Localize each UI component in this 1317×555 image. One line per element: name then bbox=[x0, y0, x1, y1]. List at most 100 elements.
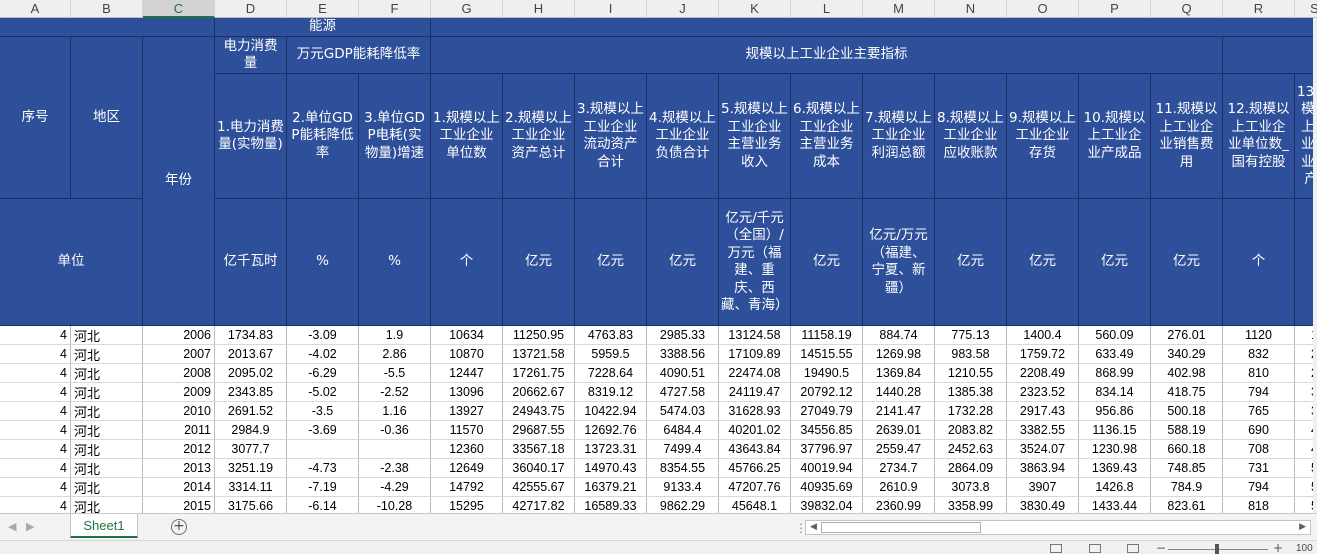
table-cell[interactable]: 17261.75 bbox=[503, 364, 575, 383]
table-cell[interactable]: 2.86 bbox=[359, 345, 431, 364]
tab-splitter[interactable]: ⋮ bbox=[795, 519, 807, 537]
table-cell[interactable]: 560.09 bbox=[1079, 326, 1151, 345]
table-cell[interactable]: 42555.67 bbox=[503, 478, 575, 497]
table-cell[interactable]: 33567.18 bbox=[503, 440, 575, 459]
column-header-r[interactable]: R bbox=[1223, 0, 1295, 18]
table-cell[interactable]: 9133.4 bbox=[647, 478, 719, 497]
table-cell[interactable]: -2.52 bbox=[359, 383, 431, 402]
table-cell[interactable]: 7499.4 bbox=[647, 440, 719, 459]
table-cell[interactable]: 6484.4 bbox=[647, 421, 719, 440]
table-cell[interactable]: 河北 bbox=[71, 478, 143, 497]
column-header-h[interactable]: H bbox=[503, 0, 575, 18]
table-cell[interactable]: 河北 bbox=[71, 326, 143, 345]
table-cell[interactable]: 1.16 bbox=[359, 402, 431, 421]
table-cell[interactable]: -4.02 bbox=[287, 345, 359, 364]
table-cell[interactable]: 河北 bbox=[71, 402, 143, 421]
table-cell[interactable]: 4 bbox=[0, 440, 71, 459]
table-cell[interactable]: 43643.84 bbox=[719, 440, 791, 459]
table-cell[interactable]: 775.13 bbox=[935, 326, 1007, 345]
table-cell[interactable]: 784.9 bbox=[1151, 478, 1223, 497]
table-cell[interactable]: 8354.55 bbox=[647, 459, 719, 478]
prev-sheet-icon[interactable]: ◀ bbox=[8, 520, 16, 533]
table-cell[interactable]: 3077.7 bbox=[215, 440, 287, 459]
table-cell[interactable]: 45766.25 bbox=[719, 459, 791, 478]
table-cell[interactable]: 40935.69 bbox=[791, 478, 863, 497]
table-cell[interactable]: 10634 bbox=[431, 326, 503, 345]
table-cell[interactable]: 19490.5 bbox=[791, 364, 863, 383]
table-cell[interactable]: 5474.03 bbox=[647, 402, 719, 421]
table-cell[interactable]: 2141.47 bbox=[863, 402, 935, 421]
column-header-f[interactable]: F bbox=[359, 0, 431, 18]
table-cell[interactable]: 13723.31 bbox=[575, 440, 647, 459]
table-cell[interactable]: 40201.02 bbox=[719, 421, 791, 440]
table-cell[interactable]: 1136.15 bbox=[1079, 421, 1151, 440]
table-cell[interactable]: 1.9 bbox=[359, 326, 431, 345]
table-cell[interactable]: 3382.55 bbox=[1007, 421, 1079, 440]
sheet-tab[interactable]: Sheet1 bbox=[70, 514, 138, 538]
table-cell[interactable]: 3524.07 bbox=[1007, 440, 1079, 459]
table-cell[interactable]: -6.29 bbox=[287, 364, 359, 383]
table-cell[interactable]: 834.14 bbox=[1079, 383, 1151, 402]
table-cell[interactable]: 3388.56 bbox=[647, 345, 719, 364]
table-cell[interactable]: 27049.79 bbox=[791, 402, 863, 421]
table-cell[interactable]: 731 bbox=[1223, 459, 1295, 478]
table-cell[interactable]: 2734.7 bbox=[863, 459, 935, 478]
table-cell[interactable]: 1400.4 bbox=[1007, 326, 1079, 345]
table-cell[interactable]: 14792 bbox=[431, 478, 503, 497]
column-header-s[interactable]: S bbox=[1295, 0, 1317, 18]
table-cell[interactable]: 690 bbox=[1223, 421, 1295, 440]
table-cell[interactable]: 4 bbox=[0, 345, 71, 364]
table-cell[interactable]: 633.49 bbox=[1079, 345, 1151, 364]
scroll-right-icon[interactable]: ▶ bbox=[1299, 522, 1306, 532]
table-cell[interactable]: 4 bbox=[0, 326, 71, 345]
table-cell[interactable]: 11570 bbox=[431, 421, 503, 440]
table-cell[interactable]: 24943.75 bbox=[503, 402, 575, 421]
table-cell[interactable]: 4 bbox=[0, 402, 71, 421]
table-cell[interactable]: 2006 bbox=[143, 326, 215, 345]
next-sheet-icon[interactable]: ▶ bbox=[26, 520, 34, 533]
page-layout-icon[interactable] bbox=[1089, 544, 1101, 553]
table-cell[interactable]: 河北 bbox=[71, 383, 143, 402]
table-cell[interactable]: 10422.94 bbox=[575, 402, 647, 421]
table-cell[interactable]: 5959.5 bbox=[575, 345, 647, 364]
table-cell[interactable]: 12692.76 bbox=[575, 421, 647, 440]
table-cell[interactable]: 708 bbox=[1223, 440, 1295, 459]
table-cell[interactable]: 2343.85 bbox=[215, 383, 287, 402]
table-cell[interactable]: 29687.55 bbox=[503, 421, 575, 440]
table-cell[interactable]: 17109.89 bbox=[719, 345, 791, 364]
table-cell[interactable]: 2559.47 bbox=[863, 440, 935, 459]
table-cell[interactable]: 11158.19 bbox=[791, 326, 863, 345]
table-cell[interactable]: 3251.19 bbox=[215, 459, 287, 478]
table-cell[interactable]: 4 bbox=[0, 421, 71, 440]
table-cell[interactable]: 2691.52 bbox=[215, 402, 287, 421]
table-cell[interactable]: 1120 bbox=[1223, 326, 1295, 345]
table-cell[interactable]: 884.74 bbox=[863, 326, 935, 345]
table-cell[interactable]: -7.19 bbox=[287, 478, 359, 497]
table-cell[interactable]: 8319.12 bbox=[575, 383, 647, 402]
table-cell[interactable]: -5.02 bbox=[287, 383, 359, 402]
table-cell[interactable]: 1269.98 bbox=[863, 345, 935, 364]
table-cell[interactable]: 3863.94 bbox=[1007, 459, 1079, 478]
table-cell[interactable]: -4.73 bbox=[287, 459, 359, 478]
table-cell[interactable]: 14515.55 bbox=[791, 345, 863, 364]
normal-view-icon[interactable] bbox=[1050, 544, 1062, 553]
table-cell[interactable]: 4 bbox=[0, 459, 71, 478]
table-cell[interactable]: 河北 bbox=[71, 459, 143, 478]
column-header-d[interactable]: D bbox=[215, 0, 287, 18]
table-cell[interactable]: 588.19 bbox=[1151, 421, 1223, 440]
table-cell[interactable]: 2011 bbox=[143, 421, 215, 440]
table-cell[interactable]: 20792.12 bbox=[791, 383, 863, 402]
table-cell[interactable]: 4727.58 bbox=[647, 383, 719, 402]
table-cell[interactable]: 2013.67 bbox=[215, 345, 287, 364]
table-cell[interactable]: 24119.47 bbox=[719, 383, 791, 402]
table-cell[interactable]: 4 bbox=[0, 383, 71, 402]
zoom-level[interactable]: 100 bbox=[1296, 543, 1313, 554]
table-cell[interactable]: 983.58 bbox=[935, 345, 1007, 364]
table-cell[interactable]: 12649 bbox=[431, 459, 503, 478]
table-cell[interactable]: -4.29 bbox=[359, 478, 431, 497]
table-cell[interactable]: 13096 bbox=[431, 383, 503, 402]
table-cell[interactable]: 2639.01 bbox=[863, 421, 935, 440]
table-cell[interactable]: 4763.83 bbox=[575, 326, 647, 345]
table-cell[interactable]: 3907 bbox=[1007, 478, 1079, 497]
table-cell[interactable]: 11250.95 bbox=[503, 326, 575, 345]
